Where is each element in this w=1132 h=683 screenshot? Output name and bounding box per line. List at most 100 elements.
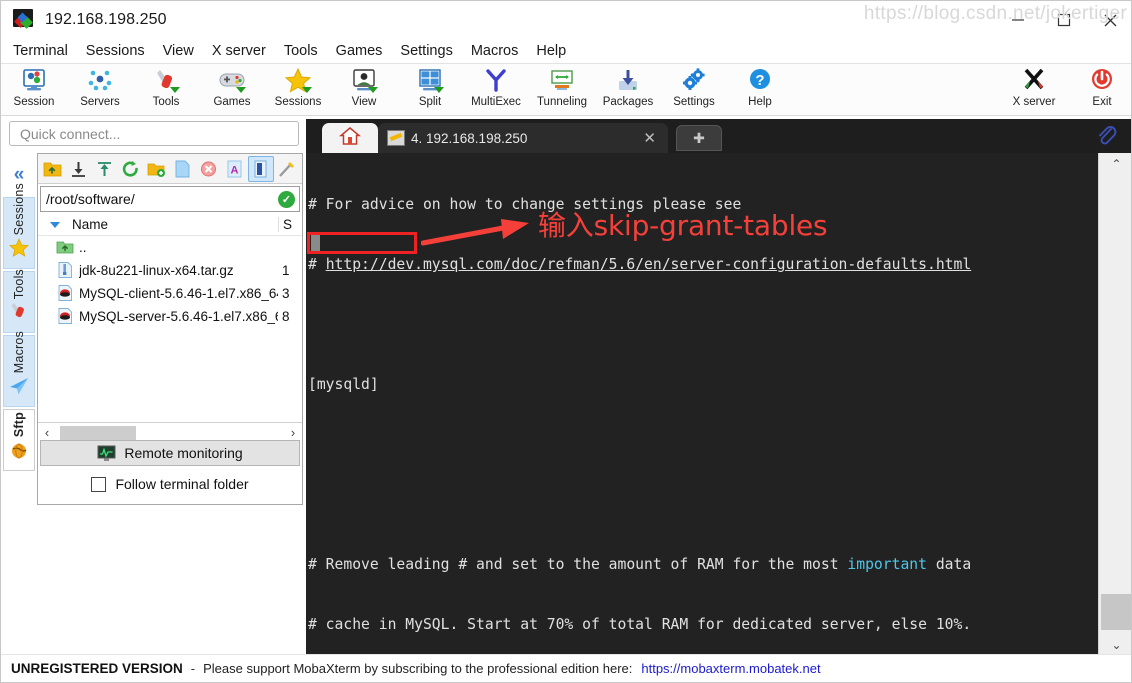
toolbar-tunneling[interactable]: Tunneling: [529, 64, 595, 116]
tools-knife-icon: [8, 301, 30, 323]
sidebar-tab-tools-label: Tools: [12, 268, 26, 299]
table-row[interactable]: ..: [38, 236, 302, 259]
new-tab-button[interactable]: ✚: [676, 125, 722, 151]
maximize-button[interactable]: [1041, 1, 1087, 39]
toolbar-multiexec[interactable]: MultiExec: [463, 64, 529, 116]
terminal-line: # cache in MySQL. Start at 70% of total …: [308, 616, 972, 633]
file-size: 3: [282, 286, 290, 301]
menu-tools[interactable]: Tools: [275, 41, 327, 61]
file-name: ..: [79, 240, 87, 255]
annotation-text: 输入skip-grant-tables: [538, 209, 828, 242]
download-icon[interactable]: [66, 156, 92, 182]
edit-wand-icon[interactable]: [274, 156, 300, 182]
remote-monitoring-button[interactable]: Remote monitoring: [40, 440, 300, 466]
refresh-icon[interactable]: [118, 156, 144, 182]
scroll-down-button[interactable]: ⌄: [1099, 634, 1131, 656]
mobaxterm-logo-icon: [13, 9, 35, 31]
text-mode-icon[interactable]: A: [222, 156, 248, 182]
upload-icon[interactable]: [92, 156, 118, 182]
close-icon[interactable]: ✕: [643, 129, 668, 147]
tunneling-icon: [547, 67, 577, 95]
terminal-line: [mysqld]: [308, 376, 379, 393]
toolbar-exit[interactable]: Exit: [1071, 64, 1131, 116]
toolbar-settings-label: Settings: [673, 96, 715, 108]
follow-terminal-folder-row[interactable]: Follow terminal folder: [40, 472, 300, 496]
path-bar[interactable]: /root/software/ ✓: [40, 186, 300, 212]
binary-mode-icon[interactable]: [247, 155, 274, 182]
menu-view[interactable]: View: [154, 41, 203, 61]
toolbar-session[interactable]: Session: [1, 64, 67, 116]
terminal-tab-strip: 4. 192.168.198.250 ✕ ✚: [306, 119, 1131, 153]
quick-connect-input[interactable]: [18, 124, 298, 143]
table-row[interactable]: MySQL-server-5.6.46-1.el7.x86_6... 8: [38, 305, 302, 328]
status-bar: UNREGISTERED VERSION - Please support Mo…: [1, 654, 1131, 682]
sidebar-tab-sftp-label: Sftp: [12, 411, 26, 437]
follow-terminal-folder-checkbox[interactable]: [91, 476, 107, 492]
sidebar-tab-tools[interactable]: Tools: [3, 269, 35, 333]
scrollbar-track[interactable]: [56, 425, 284, 440]
quick-connect-box[interactable]: [9, 121, 299, 146]
terminal-line-prefix: #: [308, 256, 326, 273]
toolbar-sessions[interactable]: Sessions: [265, 64, 331, 116]
sidebar-tab-sftp[interactable]: Sftp: [3, 409, 35, 471]
column-header-size[interactable]: S: [278, 217, 302, 232]
toolbar-session-label: Session: [13, 96, 55, 108]
menu-settings[interactable]: Settings: [391, 41, 461, 61]
scroll-left-button[interactable]: ‹: [38, 425, 56, 440]
rpm-file-icon: [56, 308, 74, 325]
toolbar-tools[interactable]: Tools: [133, 64, 199, 116]
sidebar-tab-macros[interactable]: Macros: [3, 331, 35, 407]
delete-icon[interactable]: [196, 156, 222, 182]
window-title: 192.168.198.250: [45, 11, 167, 28]
terminal-cursor: [311, 235, 320, 251]
table-row[interactable]: MySQL-client-5.6.46-1.el7.x86_64... 3: [38, 282, 302, 305]
toolbar-settings[interactable]: Settings: [661, 64, 727, 116]
minimize-button[interactable]: [995, 1, 1041, 39]
home-tab[interactable]: [322, 123, 378, 153]
mobaxterm-window: 192.168.198.250 Terminal Sessions View X…: [0, 0, 1132, 683]
menu-games[interactable]: Games: [327, 41, 392, 61]
terminal-link[interactable]: http://dev.mysql.com/doc/refman/5.6/en/s…: [326, 256, 972, 273]
star-icon: [8, 237, 30, 259]
menu-macros[interactable]: Macros: [462, 41, 528, 61]
new-folder-icon[interactable]: [144, 156, 170, 182]
sidebar-rail: « Sessions Tools Macros Sftp: [3, 153, 35, 508]
home-icon: [338, 126, 362, 151]
mobaxterm-link[interactable]: https://mobaxterm.mobatek.net: [641, 661, 820, 676]
x-server-icon: [1019, 67, 1049, 95]
horizontal-scrollbar[interactable]: ‹ ›: [38, 422, 302, 442]
scrollbar-thumb[interactable]: [1101, 594, 1131, 630]
toolbar-servers[interactable]: Servers: [67, 64, 133, 116]
scrollbar-thumb[interactable]: [60, 425, 136, 440]
browser-toolbar: A: [38, 154, 302, 184]
toolbar-multiexec-label: MultiExec: [471, 96, 521, 108]
toolbar-games[interactable]: Games: [199, 64, 265, 116]
terminal-scrollbar[interactable]: ⌃ ⌄: [1098, 153, 1131, 656]
terminal-line: # Remove leading # and set to the amount…: [308, 555, 1098, 575]
remote-monitoring-label: Remote monitoring: [124, 445, 243, 461]
sort-descending-icon[interactable]: [50, 221, 60, 228]
star-icon: [283, 67, 313, 95]
close-button[interactable]: [1087, 1, 1131, 39]
toolbar-split[interactable]: Split: [397, 64, 463, 116]
terminal-tab-active[interactable]: 4. 192.168.198.250 ✕: [378, 123, 668, 153]
menu-sessions[interactable]: Sessions: [77, 41, 154, 61]
menu-terminal[interactable]: Terminal: [4, 41, 77, 61]
toolbar-view[interactable]: View: [331, 64, 397, 116]
column-header-name[interactable]: Name: [72, 217, 278, 232]
toolbar-help[interactable]: ? Help: [727, 64, 793, 116]
menu-help[interactable]: Help: [527, 41, 575, 61]
sidebar-tab-sessions[interactable]: Sessions: [3, 183, 35, 269]
gear-icon: [679, 67, 709, 95]
toolbar-x-server[interactable]: X server: [997, 64, 1071, 116]
menu-x-server[interactable]: X server: [203, 41, 275, 61]
new-file-icon[interactable]: [170, 156, 196, 182]
go-up-folder-icon[interactable]: [40, 156, 66, 182]
toolbar-packages[interactable]: Packages: [595, 64, 661, 116]
power-exit-icon: [1087, 67, 1117, 95]
scroll-up-button[interactable]: ⌃: [1099, 153, 1131, 175]
scroll-right-button[interactable]: ›: [284, 425, 302, 440]
paperclip-icon[interactable]: [1095, 123, 1117, 147]
unregistered-label: UNREGISTERED VERSION: [11, 661, 183, 676]
table-row[interactable]: jdk-8u221-linux-x64.tar.gz 1: [38, 259, 302, 282]
